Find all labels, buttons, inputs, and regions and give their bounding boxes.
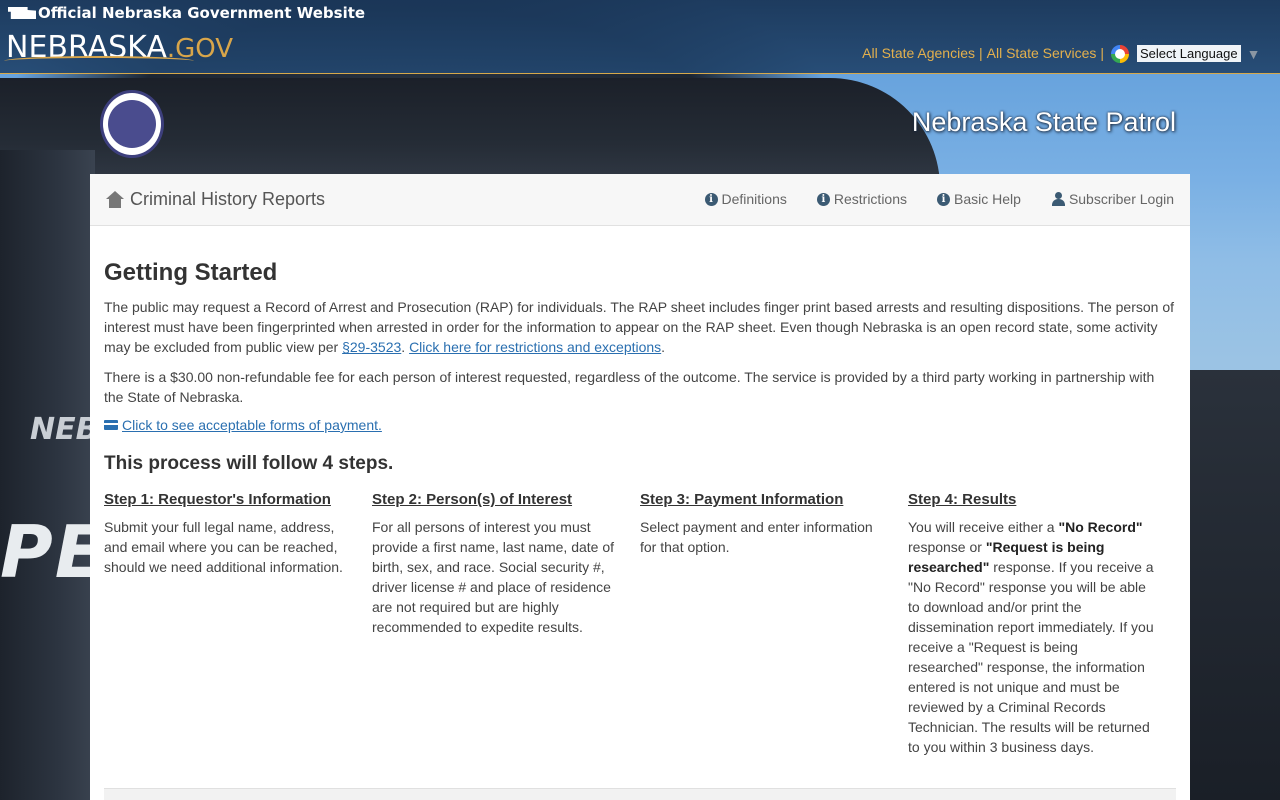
background-car-side xyxy=(0,150,95,800)
nav-links: i Definitions i Restrictions i Basic Hel… xyxy=(704,191,1174,207)
info-icon: i xyxy=(816,192,830,206)
step-title: Step 4: Results xyxy=(908,491,1017,508)
home-icon xyxy=(106,190,124,209)
step-title: Step 1: Requestor's Information xyxy=(104,491,331,508)
panel-footer xyxy=(104,788,1176,800)
info-icon: i xyxy=(704,192,718,206)
main-panel: Criminal History Reports i Definitions i… xyxy=(90,174,1190,800)
intro-separator: . xyxy=(401,339,410,355)
steps-heading: This process will follow 4 steps. xyxy=(104,453,394,474)
google-translate-icon xyxy=(1111,44,1129,63)
step-3: Step 3: Payment Information Select payme… xyxy=(640,491,908,757)
page-content: Getting Started The public may request a… xyxy=(90,226,1190,757)
nebraska-state-icon xyxy=(8,7,36,19)
step-text-bold: "No Record" xyxy=(1058,519,1143,535)
language-label: Select Language xyxy=(1137,45,1241,62)
language-selector[interactable]: Select Language ▼ xyxy=(1111,44,1262,63)
logo-swoosh xyxy=(4,56,194,66)
nav-brand[interactable]: Criminal History Reports xyxy=(106,189,325,210)
link-separator: | xyxy=(1100,45,1104,61)
nav-item-restrictions[interactable]: i Restrictions xyxy=(816,191,908,207)
language-dropdown[interactable]: Select Language ▼ xyxy=(1135,44,1262,63)
intro-paragraph: The public may request a Record of Arres… xyxy=(104,297,1176,357)
nav-item-subscriber-login[interactable]: Subscriber Login xyxy=(1051,191,1174,207)
step-text-part: response or xyxy=(908,539,986,555)
user-icon xyxy=(1051,191,1065,207)
step-text: You will receive either a "No Record" re… xyxy=(908,517,1156,757)
step-text-part: response. If you receive a "No Record" r… xyxy=(908,559,1154,755)
state-links: All State Agencies | All State Services … xyxy=(862,45,1104,61)
credit-card-icon xyxy=(104,420,118,430)
payment-forms-link[interactable]: Click to see acceptable forms of payment… xyxy=(104,417,1176,433)
step-title: Step 2: Person(s) of Interest xyxy=(372,491,573,508)
restrictions-link[interactable]: Click here for restrictions and exceptio… xyxy=(409,339,661,355)
step-text-part: You will receive either a xyxy=(908,519,1059,535)
nav-item-label: Basic Help xyxy=(954,191,1021,207)
all-state-agencies-link[interactable]: All State Agencies xyxy=(862,45,975,61)
navbar: Criminal History Reports i Definitions i… xyxy=(90,174,1190,226)
official-text: Official Nebraska Government Website xyxy=(38,4,366,22)
step-title: Step 3: Payment Information xyxy=(640,491,844,508)
steps-list: Step 1: Requestor's Information Submit y… xyxy=(104,491,1176,757)
site-title: Nebraska State Patrol xyxy=(911,107,1176,137)
intro-end: . xyxy=(661,339,666,355)
badge-emblem xyxy=(108,100,156,148)
background-car-right xyxy=(1190,370,1280,800)
nav-item-basic-help[interactable]: i Basic Help xyxy=(937,191,1021,207)
payment-link-label: Click to see acceptable forms of payment… xyxy=(122,417,382,433)
official-banner: Official Nebraska Government Website xyxy=(8,4,365,22)
nav-item-label: Subscriber Login xyxy=(1068,191,1174,207)
step-text: Select payment and enter information for… xyxy=(640,519,873,555)
step-text: For all persons of interest you must pro… xyxy=(372,519,615,635)
fee-paragraph: There is a $30.00 non-refundable fee for… xyxy=(104,369,1155,405)
step-1: Step 1: Requestor's Information Submit y… xyxy=(104,491,372,757)
step-2: Step 2: Person(s) of Interest For all pe… xyxy=(372,491,640,757)
step-text: Submit your full legal name, address, an… xyxy=(104,519,343,575)
step-4: Step 4: Results You will receive either … xyxy=(908,491,1176,757)
all-state-services-link[interactable]: All State Services xyxy=(987,45,1097,61)
nav-item-label: Definitions xyxy=(721,191,787,207)
info-icon: i xyxy=(937,192,951,206)
nav-item-label: Restrictions xyxy=(833,191,908,207)
nav-brand-label: Criminal History Reports xyxy=(130,189,326,209)
statute-link[interactable]: §29-3523 xyxy=(342,339,401,355)
state-header: Official Nebraska Government Website NEB… xyxy=(0,0,1280,74)
chevron-down-icon: ▼ xyxy=(1246,45,1261,62)
state-patrol-badge xyxy=(100,90,164,158)
page-title: Getting Started xyxy=(104,259,278,286)
nav-item-definitions[interactable]: i Definitions xyxy=(704,191,787,207)
link-separator: | xyxy=(979,45,983,61)
